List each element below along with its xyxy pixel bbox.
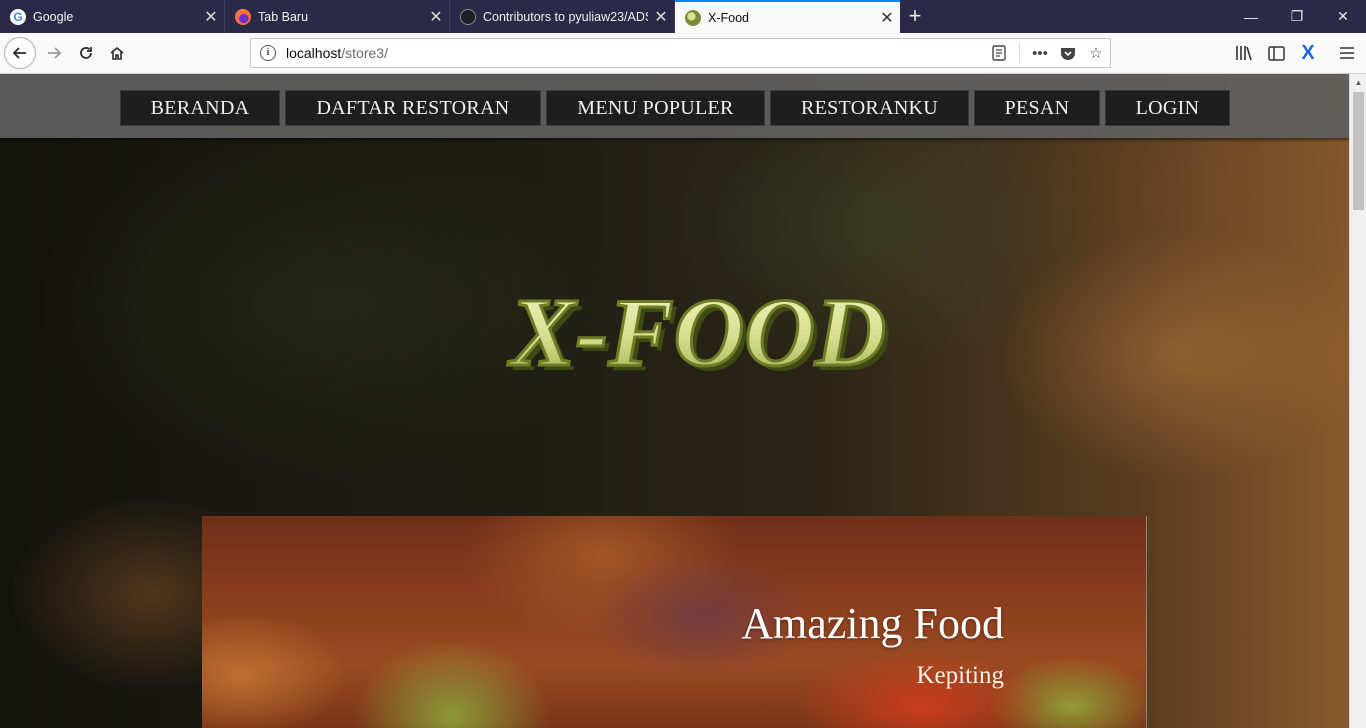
reload-icon [80,47,92,59]
new-tab-button[interactable]: + [902,4,928,30]
close-icon[interactable]: ✕ [423,4,449,30]
xfood-icon [685,9,701,26]
url-path: /store3/ [341,45,388,61]
nav-menu-populer[interactable]: MENU POPULER [546,90,765,126]
reload-button[interactable] [70,37,102,69]
back-button[interactable] [4,37,36,69]
url-separator [1019,43,1020,63]
nav-restoranku[interactable]: RESTORANKU [770,90,969,126]
close-icon[interactable]: ✕ [198,4,224,30]
google-icon: G [10,8,26,25]
nav-pesan[interactable]: PESAN [974,90,1100,126]
scroll-thumb[interactable] [1353,92,1364,210]
tab-new-tab[interactable]: Tab Baru ✕ [225,0,450,33]
site-navigation: BERANDA DAFTAR RESTORAN MENU POPULER RES… [0,74,1349,138]
tab-label: Tab Baru [258,9,309,24]
firefox-icon [235,8,251,25]
tab-label: Contributors to pyuliaw23/ADS [483,9,648,24]
reader-view-icon[interactable] [985,39,1013,67]
minimize-icon[interactable]: — [1228,0,1274,33]
nav-login[interactable]: LOGIN [1105,90,1230,126]
site-info-icon[interactable]: i [260,45,276,61]
bookmark-star-icon[interactable]: ☆ [1082,39,1110,67]
url-text[interactable]: localhost/store3/ [286,45,985,61]
hamburger-menu-icon[interactable] [1331,37,1363,69]
tab-label: X-Food [708,10,749,25]
carousel-slide[interactable]: Amazing Food Kepiting [202,516,1147,728]
page-viewport: BERANDA DAFTAR RESTORAN MENU POPULER RES… [0,74,1349,728]
logo-text: X-FOOD [507,279,886,387]
browser-toolbar: i localhost/store3/ ••• ☆ X [0,33,1366,74]
nav-daftar-restoran[interactable]: DAFTAR RESTORAN [285,90,541,126]
nav-beranda[interactable]: BERANDA [120,90,280,126]
restore-icon[interactable]: ❐ [1274,0,1320,33]
tab-google[interactable]: G Google ✕ [0,0,225,33]
page-actions-icon[interactable]: ••• [1026,39,1054,67]
back-arrow-icon [12,47,26,59]
page-scrollbar[interactable]: ▲ [1349,74,1366,728]
tab-github-contributors[interactable]: Contributors to pyuliaw23/ADS ✕ [450,0,675,33]
home-button[interactable] [101,37,133,69]
extension-x-icon[interactable]: X [1292,37,1324,69]
github-icon [460,8,476,25]
window-close-icon[interactable]: ✕ [1320,0,1366,33]
forward-arrow-icon [48,47,62,59]
pocket-icon[interactable] [1054,39,1082,67]
home-icon [110,46,124,60]
url-host: localhost [286,45,342,61]
xfood-logo: X-FOOD X-FOOD [506,279,891,389]
url-bar[interactable]: i localhost/store3/ ••• ☆ [250,38,1111,68]
tab-xfood[interactable]: X-Food ✕ [675,0,900,33]
scroll-up-arrow-icon[interactable]: ▲ [1350,74,1366,91]
slide-subtitle: Kepiting [916,662,1005,689]
tab-label: Google [33,9,74,24]
close-icon[interactable]: ✕ [648,4,674,30]
slide-title: Amazing Food [741,599,1004,648]
sidebar-toggle-icon[interactable] [1260,37,1292,69]
browser-tab-strip: G Google ✕ Tab Baru ✕ Contributors to py… [0,0,1366,33]
library-icon[interactable] [1228,37,1260,69]
forward-button[interactable] [38,37,70,69]
close-icon[interactable]: ✕ [874,5,900,31]
